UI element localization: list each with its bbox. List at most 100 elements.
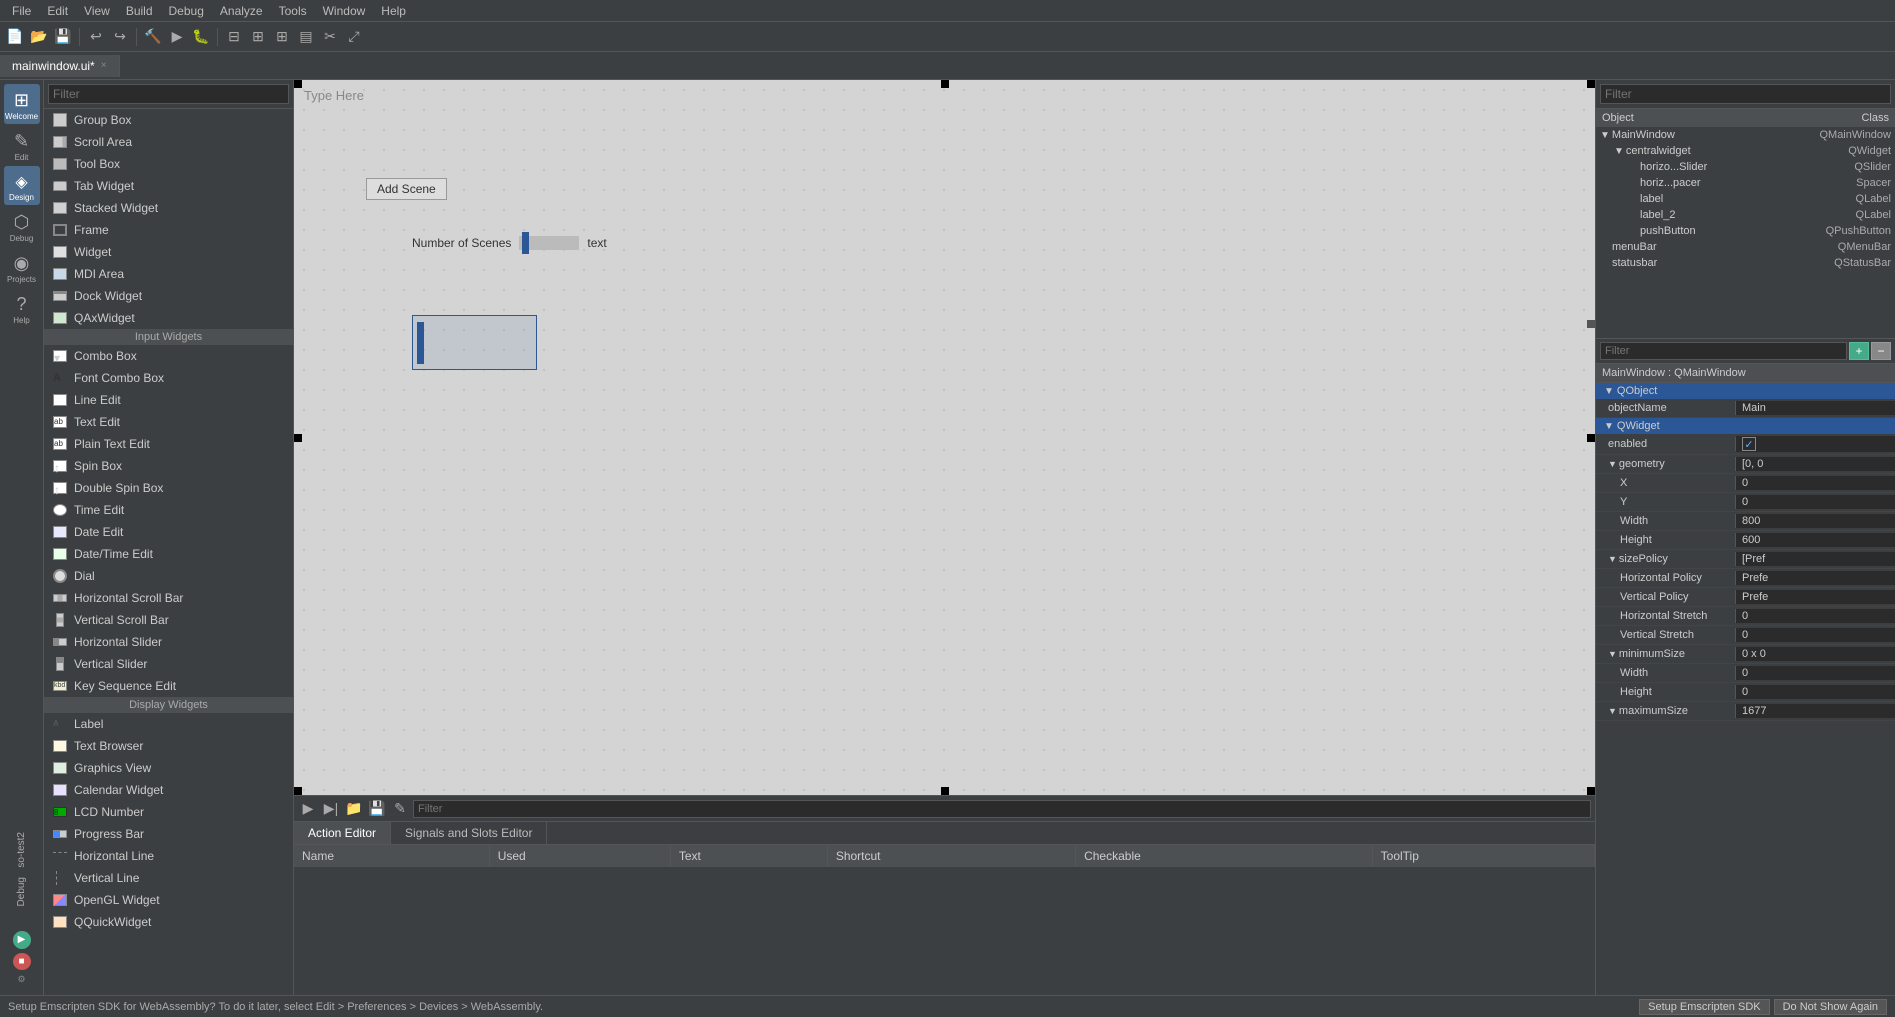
toolbar-new[interactable]: 📄 — [4, 26, 26, 48]
menu-analyze[interactable]: Analyze — [212, 2, 271, 20]
prop-remove-btn[interactable]: − — [1871, 342, 1891, 360]
widget-item-widget[interactable]: Widget — [44, 241, 293, 263]
project-label-sotest2[interactable]: so-test2 — [14, 828, 29, 872]
menu-help[interactable]: Help — [373, 2, 414, 20]
bottom-debug-label[interactable]: ⚙ — [17, 974, 25, 985]
tree-arrow[interactable]: ▼ — [1614, 146, 1624, 157]
widget-item-frame[interactable]: Frame — [44, 219, 293, 241]
widget-item-vertical-line[interactable]: Vertical Line — [44, 867, 293, 889]
widget-item-double-spin-box[interactable]: ↕Double Spin Box — [44, 477, 293, 499]
menu-edit[interactable]: Edit — [39, 2, 76, 20]
widget-item-stacked-widget[interactable]: Stacked Widget — [44, 197, 293, 219]
menu-window[interactable]: Window — [315, 2, 374, 20]
tab-close[interactable]: × — [101, 60, 107, 71]
tree-arrow[interactable]: ▼ — [1600, 130, 1610, 141]
widget-item-horizontal-line[interactable]: Horizontal Line — [44, 845, 293, 867]
widget-item-horizontal-scroll-bar[interactable]: Horizontal Scroll Bar — [44, 587, 293, 609]
menu-view[interactable]: View — [76, 2, 118, 20]
widget-item-text-edit[interactable]: abText Edit — [44, 411, 293, 433]
widget-item-dial[interactable]: Dial — [44, 565, 293, 587]
widget-item-text-browser[interactable]: Text Browser — [44, 735, 293, 757]
toolbar-debug-run[interactable]: 🐛 — [190, 26, 212, 48]
sidebar-design[interactable]: ◈ Design — [4, 166, 40, 205]
toolbar-redo[interactable]: ↪ — [109, 26, 131, 48]
run-btn[interactable]: ▶ — [13, 931, 31, 949]
widget-item-combo-box[interactable]: ▾Combo Box — [44, 345, 293, 367]
do-not-show-btn[interactable]: Do Not Show Again — [1774, 999, 1887, 1015]
tree-row-statusbar[interactable]: statusbarQStatusBar — [1596, 255, 1895, 271]
widget-item-progress-bar[interactable]: Progress Bar — [44, 823, 293, 845]
tree-row-label_2[interactable]: label_2QLabel — [1596, 207, 1895, 223]
widget-item-tab-widget[interactable]: Tab Widget — [44, 175, 293, 197]
toolbar-undo[interactable]: ↩ — [85, 26, 107, 48]
widget-item-vertical-slider[interactable]: Vertical Slider — [44, 653, 293, 675]
toolbar-layout-h[interactable]: ⊟ — [223, 26, 245, 48]
toolbar-build[interactable]: 🔨 — [142, 26, 164, 48]
widget-item-qaxwidget[interactable]: QAxWidget — [44, 307, 293, 329]
widget-item-graphics-view[interactable]: Graphics View — [44, 757, 293, 779]
action-open[interactable]: ▶| — [321, 799, 341, 819]
object-filter-input[interactable] — [1600, 84, 1891, 104]
action-filter-input[interactable] — [413, 800, 1591, 818]
widget-item-label[interactable]: ALabel — [44, 713, 293, 735]
widget-item-opengl-widget[interactable]: OpenGL Widget — [44, 889, 293, 911]
toolbar-save[interactable]: 💾 — [52, 26, 74, 48]
sidebar-projects[interactable]: ◉ Projects — [4, 247, 40, 287]
action-edit[interactable]: ✎ — [390, 799, 410, 819]
toolbar-layout-v[interactable]: ⊞ — [247, 26, 269, 48]
widget-item-qquickwidget[interactable]: QQuickWidget — [44, 911, 293, 933]
widget-item-calendar-widget[interactable]: Calendar Widget — [44, 779, 293, 801]
widget-item-font-combo-box[interactable]: AFont Combo Box — [44, 367, 293, 389]
prop-filter-input[interactable] — [1600, 342, 1847, 360]
scenes-slider[interactable] — [519, 236, 579, 250]
project-label-debug[interactable]: Debug — [14, 873, 29, 910]
tab-action-editor[interactable]: Action Editor — [294, 822, 391, 844]
toolbar-adjust-size[interactable]: ⤢ — [343, 26, 365, 48]
menu-file[interactable]: File — [4, 2, 39, 20]
toolbar-layout-form[interactable]: ▤ — [295, 26, 317, 48]
toolbar-open[interactable]: 📂 — [28, 26, 50, 48]
sidebar-welcome[interactable]: ⊞ Welcome — [4, 84, 40, 124]
widget-filter-input[interactable] — [48, 84, 289, 104]
menu-tools[interactable]: Tools — [271, 2, 315, 20]
checkbox[interactable]: ✓ — [1742, 437, 1756, 451]
widget-item-lcd-number[interactable]: 8LCD Number — [44, 801, 293, 823]
expand-arrow[interactable]: ▼ — [1608, 554, 1617, 564]
expand-arrow[interactable]: ▼ — [1608, 706, 1617, 716]
widget-item-scroll-area[interactable]: Scroll Area — [44, 131, 293, 153]
tree-row-horizoslider[interactable]: horizo...SliderQSlider — [1596, 159, 1895, 175]
section-collapse[interactable]: ▼ — [1604, 421, 1614, 432]
tree-row-centralwidget[interactable]: ▼centralwidgetQWidget — [1596, 143, 1895, 159]
widget-item-mdi-area[interactable]: MDI Area — [44, 263, 293, 285]
prop-add-btn[interactable]: + — [1849, 342, 1869, 360]
widget-item-tool-box[interactable]: Tool Box — [44, 153, 293, 175]
tree-row-pushbutton[interactable]: pushButtonQPushButton — [1596, 223, 1895, 239]
widget-item-line-edit[interactable]: Line Edit — [44, 389, 293, 411]
widget-item-date-edit[interactable]: Date Edit — [44, 521, 293, 543]
tab-mainwindow[interactable]: mainwindow.ui* × — [0, 55, 120, 77]
widget-item-datetime-edit[interactable]: Date/Time Edit — [44, 543, 293, 565]
tree-row-label[interactable]: labelQLabel — [1596, 191, 1895, 207]
splitter-handle[interactable] — [1587, 320, 1595, 328]
add-scene-button[interactable]: Add Scene — [366, 178, 447, 200]
section-collapse[interactable]: ▼ — [1604, 386, 1614, 397]
canvas-container[interactable]: Type Here Add Scene Number of Scenes — [294, 80, 1595, 795]
sidebar-edit[interactable]: ✎ Edit — [4, 125, 40, 165]
tree-row-menubar[interactable]: menuBarQMenuBar — [1596, 239, 1895, 255]
expand-arrow[interactable]: ▼ — [1608, 459, 1617, 469]
setup-emscripten-btn[interactable]: Setup Emscripten SDK — [1639, 999, 1770, 1015]
toolbar-break-layout[interactable]: ✂ — [319, 26, 341, 48]
prop-value[interactable]: ✓ — [1736, 436, 1895, 452]
stop-btn[interactable]: ■ — [13, 953, 31, 971]
widget-item-time-edit[interactable]: Time Edit — [44, 499, 293, 521]
widget-item-spin-box[interactable]: ↕Spin Box — [44, 455, 293, 477]
widget-item-dock-widget[interactable]: Dock Widget — [44, 285, 293, 307]
expand-arrow[interactable]: ▼ — [1608, 649, 1617, 659]
toolbar-layout-grid[interactable]: ⊞ — [271, 26, 293, 48]
prop-row-enabled[interactable]: enabled ✓ — [1596, 434, 1895, 455]
action-new[interactable]: ▶ — [298, 799, 318, 819]
menu-build[interactable]: Build — [118, 2, 161, 20]
widget-item-vertical-scroll-bar[interactable]: Vertical Scroll Bar — [44, 609, 293, 631]
sidebar-help[interactable]: ? Help — [4, 288, 40, 328]
slider-thumb[interactable] — [522, 232, 529, 254]
